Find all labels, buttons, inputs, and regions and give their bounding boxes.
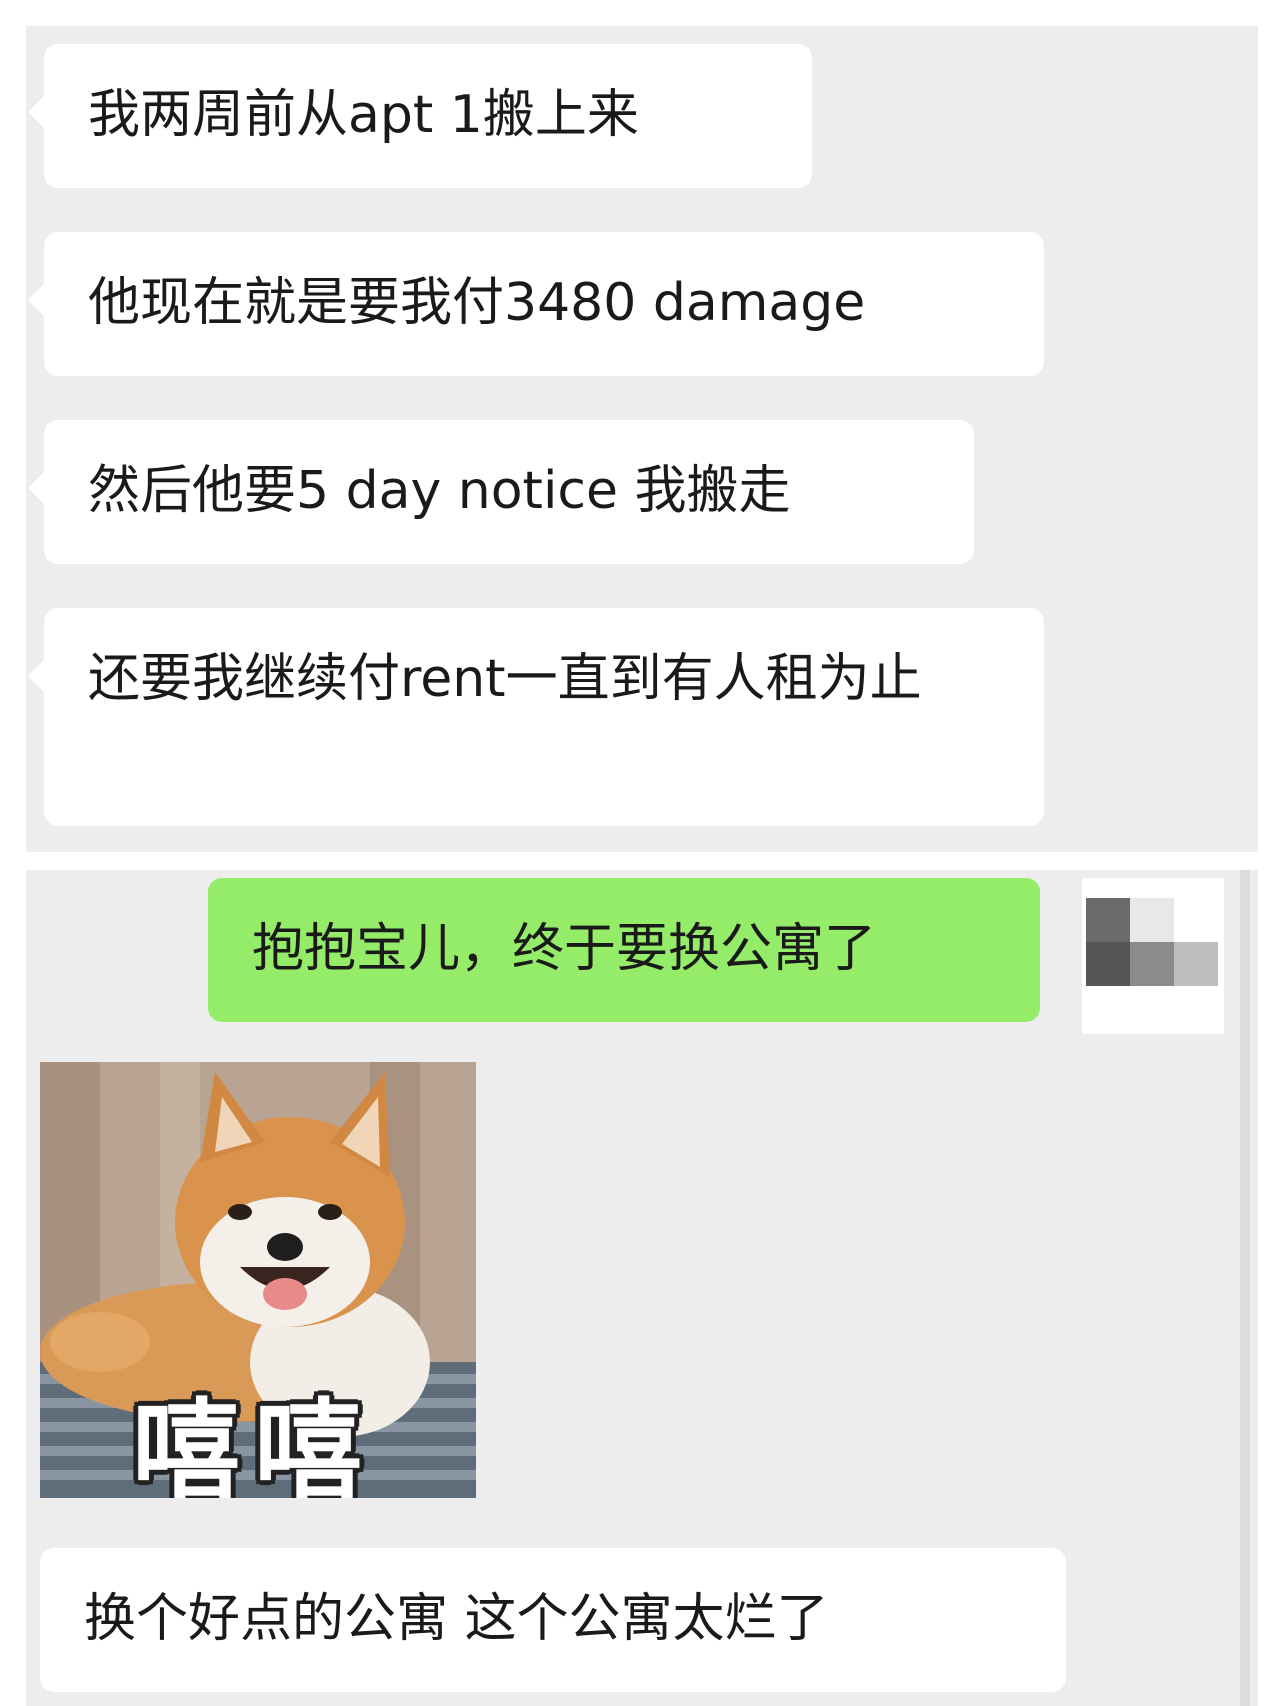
avatar-pixel bbox=[1086, 898, 1130, 942]
user-avatar[interactable] bbox=[1082, 878, 1224, 1034]
chat-panel-top: 我两周前从apt 1搬上来 他现在就是要我付3480 damage 然后他要5 … bbox=[26, 26, 1258, 852]
message-bubble-incoming[interactable]: 我两周前从apt 1搬上来 bbox=[28, 44, 812, 188]
message-bubble-incoming[interactable]: 换个好点的公寓 这个公寓太烂了 bbox=[40, 1548, 1066, 1692]
sticker-caption: 嘻嘻 bbox=[132, 1389, 377, 1498]
shiba-dog-sticker[interactable]: 嘻嘻 bbox=[40, 1062, 476, 1498]
message-bubble-outgoing[interactable]: 抱抱宝儿，终于要换公寓了 bbox=[208, 878, 1040, 1022]
avatar-pixel bbox=[1130, 942, 1174, 986]
message-text: 我两周前从apt 1搬上来 bbox=[88, 85, 639, 145]
avatar-pixel bbox=[1130, 898, 1174, 942]
message-bubble-incoming[interactable]: 他现在就是要我付3480 damage bbox=[28, 232, 1044, 376]
message-text: 他现在就是要我付3480 damage bbox=[88, 273, 866, 333]
message-text: 换个好点的公寓 这个公寓太烂了 bbox=[84, 1589, 829, 1649]
message-bubble-incoming[interactable]: 然后他要5 day notice 我搬走 bbox=[28, 420, 974, 564]
message-text: 还要我继续付rent一直到有人租为止 bbox=[88, 649, 922, 709]
avatar-pixel bbox=[1174, 942, 1218, 986]
message-bubble-incoming[interactable]: 还要我继续付rent一直到有人租为止 bbox=[28, 608, 1044, 826]
message-text: 抱抱宝儿，终于要换公寓了 bbox=[252, 919, 877, 979]
scrollbar[interactable] bbox=[1240, 870, 1250, 1706]
message-text: 然后他要5 day notice 我搬走 bbox=[88, 461, 791, 521]
avatar-pixel bbox=[1086, 942, 1130, 986]
